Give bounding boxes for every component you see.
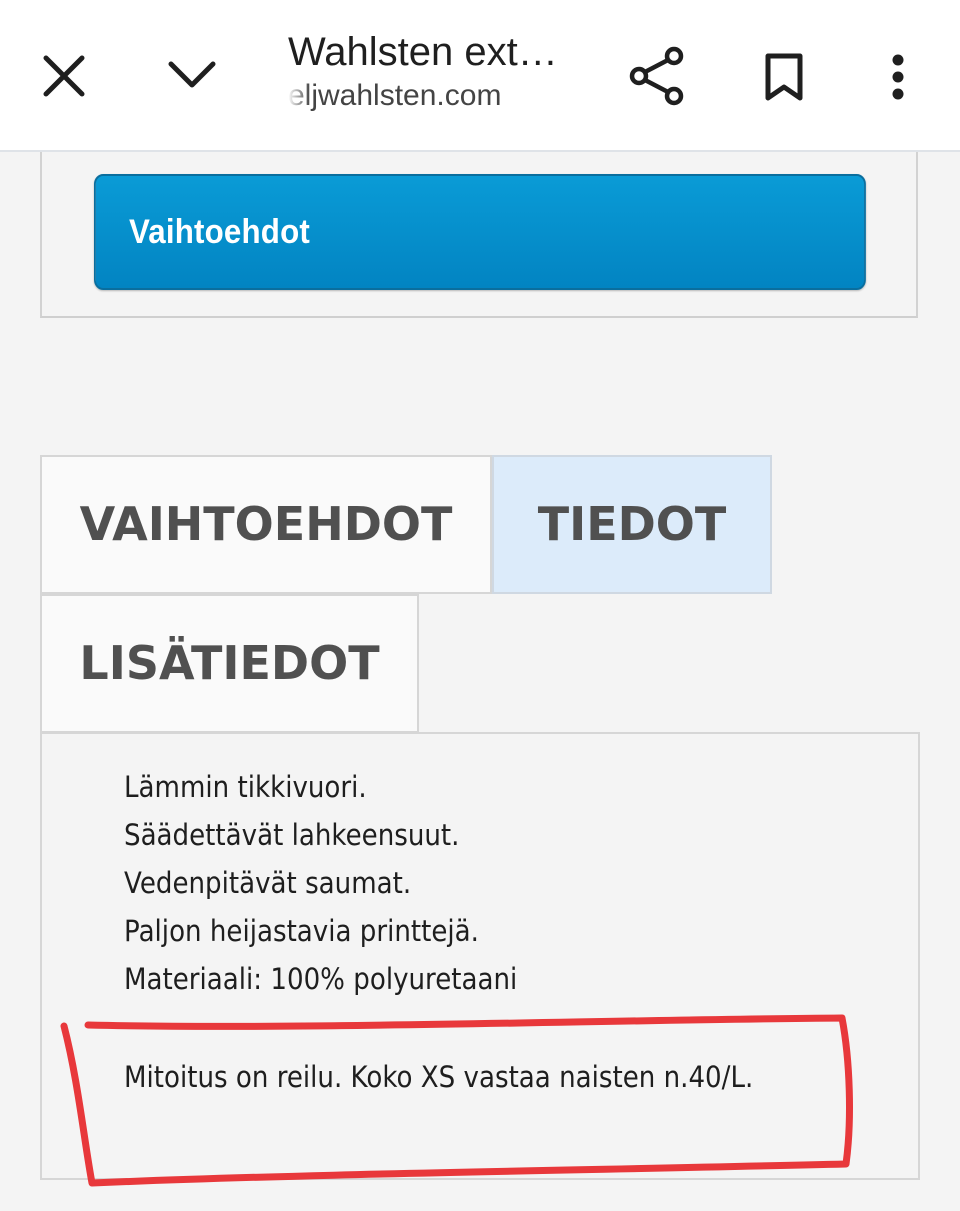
tab-lisatiedot[interactable]: LISÄTIEDOT	[40, 594, 419, 733]
tab-tiedot[interactable]: TIEDOT	[492, 455, 772, 594]
options-button[interactable]: Vaihtoehdot	[94, 174, 866, 290]
page-info[interactable]: Wahlsten ext… eljwahlsten.com	[288, 28, 588, 116]
more-vert-icon[interactable]	[888, 52, 908, 102]
browser-toolbar: Wahlsten ext… eljwahlsten.com	[0, 0, 960, 152]
page-title: Wahlsten ext…	[288, 30, 558, 74]
options-panel: Vaihtoehdot	[40, 152, 918, 318]
description-line: Vedenpitävät saumat.	[124, 866, 412, 900]
description-line: Paljon heijastavia printtejä.	[124, 914, 479, 948]
chevron-down-icon[interactable]	[166, 54, 218, 94]
close-icon[interactable]	[40, 52, 88, 100]
bookmark-icon[interactable]	[762, 52, 806, 102]
tab-vaihtoehdot[interactable]: VAIHTOEHDOT	[40, 455, 492, 594]
page-url: eljwahlsten.com	[288, 79, 502, 112]
description-line: Lämmin tikkivuori.	[124, 770, 367, 804]
sizing-note: Mitoitus on reilu. Koko XS vastaa naiste…	[124, 1060, 754, 1094]
share-icon[interactable]	[628, 46, 686, 106]
description-line: Materiaali: 100% polyuretaani	[124, 962, 518, 996]
tab-content-panel: Lämmin tikkivuori. Säädettävät lahkeensu…	[40, 732, 920, 1180]
description-line: Säädettävät lahkeensuut.	[124, 818, 460, 852]
